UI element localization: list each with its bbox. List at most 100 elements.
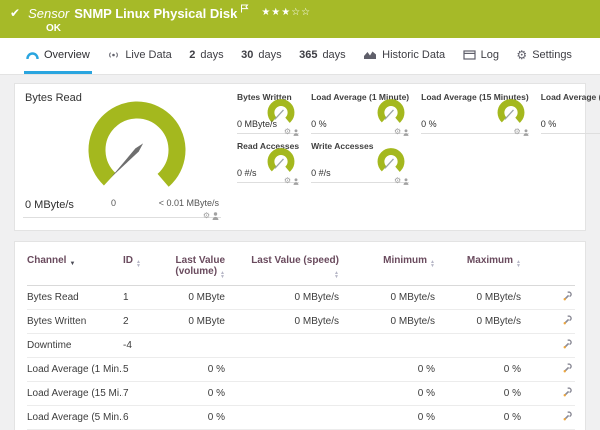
column-header-minimum[interactable]: Minimum ▲ ▼	[365, 242, 461, 286]
gauge-dial	[497, 99, 525, 127]
gauge-load-average-5min: Load Average (5 Minutes) 0 % ⚙	[540, 90, 600, 134]
maximum-value	[461, 333, 547, 358]
sensor-header: ✔ Sensor SNMP Linux Physical Disk ★★★☆☆ …	[0, 0, 600, 38]
channel-name: Load Average (1 Min...	[27, 357, 123, 382]
column-header-edit	[547, 242, 575, 286]
settings-gear-icon: ⚙	[516, 47, 528, 62]
last-value-speed	[251, 333, 365, 358]
channel-gear-icon[interactable]: ⚙	[514, 128, 521, 136]
last-value-speed	[251, 405, 365, 430]
column-header-channel[interactable]: Channel ▼	[27, 242, 123, 286]
table-row-bytes-read: Bytes Read 1 0 MByte 0 MByte/s 0 MByte/s…	[27, 285, 575, 310]
edit-channel-cell	[547, 381, 575, 406]
channel-name: Load Average (15 Mi...	[27, 381, 123, 406]
channel-gear-icon[interactable]: ⚙	[394, 177, 401, 185]
column-header-maximum[interactable]: Maximum ▲ ▼	[461, 242, 547, 286]
wrench-icon[interactable]	[562, 386, 573, 398]
sort-icon: ▲ ▼	[516, 259, 521, 269]
wrench-icon[interactable]	[562, 362, 573, 374]
priority-stars[interactable]: ★★★☆☆	[261, 7, 311, 18]
content-area: Bytes Read 0 MByte/s 0 < 0.01 MByte/s ⚙ …	[0, 75, 600, 430]
minimum-value	[365, 333, 461, 358]
channel-gear-icon[interactable]: ⚙	[284, 177, 291, 185]
edit-channel-cell	[547, 357, 575, 382]
sort-desc-icon: ▼	[69, 261, 76, 267]
channel-gear-icon[interactable]: ⚙	[284, 128, 291, 136]
tab-live-data[interactable]: Live Data	[105, 38, 173, 74]
minimum-value: 0 MByte/s	[365, 309, 461, 334]
small-gauges-grid: Bytes Written 0 MByte/s ⚙ Load Average (…	[237, 90, 600, 230]
tab-30-days[interactable]: 30 days	[239, 38, 284, 74]
channels-table: Channel ▼ ID ▲ ▼ Last Value (volume) ▲ ▼ Last …	[27, 242, 575, 430]
favorite-flag-icon[interactable]	[240, 0, 249, 18]
column-header-last-value-volume[interactable]: Last Value (volume) ▲ ▼	[167, 242, 251, 286]
sort-icon: ▲ ▼	[220, 270, 225, 280]
gauge-read-accesses: Read Accesses 0 #/s ⚙	[237, 139, 300, 185]
channel-id: 1	[123, 285, 167, 310]
channel-user-icon[interactable]	[403, 177, 409, 185]
tab-2-days[interactable]: 2 days	[187, 38, 225, 74]
last-value-speed	[251, 357, 365, 382]
gauge-title: Load Average (5 Minutes)	[540, 92, 600, 102]
channel-user-icon[interactable]	[212, 212, 219, 220]
tab-bar: Overview Live Data 2 days 30 days 365 days …	[0, 38, 600, 75]
column-header-last-value-speed[interactable]: Last Value (speed) ▲ ▼	[251, 242, 365, 286]
wrench-icon[interactable]	[562, 338, 573, 350]
sensor-title: SNMP Linux Physical Disk	[74, 5, 238, 21]
tab-log[interactable]: Log	[461, 38, 501, 74]
gauge-needle	[110, 143, 144, 178]
gauge-write-accesses: Write Accesses 0 #/s ⚙	[311, 139, 410, 185]
channel-id: -4	[123, 333, 167, 358]
channel-gear-icon[interactable]: ⚙	[394, 128, 401, 136]
sort-icon: ▲ ▼	[136, 259, 141, 269]
table-row-load-average-15min: Load Average (15 Mi... 7 0 % 0 % 0 %	[27, 381, 575, 406]
edit-channel-cell	[547, 405, 575, 430]
empty-grid-cell	[541, 139, 600, 183]
channel-user-icon[interactable]	[403, 128, 409, 136]
maximum-value: 0 %	[461, 357, 547, 382]
channel-gear-icon[interactable]: ⚙	[203, 212, 210, 220]
last-value-speed: 0 MByte/s	[251, 309, 365, 334]
wrench-icon[interactable]	[562, 410, 573, 422]
wrench-icon[interactable]	[562, 314, 573, 326]
gauge-dial	[267, 148, 295, 176]
minimum-value: 0 %	[365, 405, 461, 430]
gauge-bytes-written: Bytes Written 0 MByte/s ⚙	[237, 90, 300, 136]
channel-id: 7	[123, 381, 167, 406]
column-header-id[interactable]: ID ▲ ▼	[123, 242, 167, 286]
table-header-row: Channel ▼ ID ▲ ▼ Last Value (volume) ▲ ▼ Last …	[27, 242, 575, 286]
edit-channel-cell	[547, 309, 575, 334]
edit-channel-cell	[547, 333, 575, 358]
last-value-volume: 0 MByte	[167, 309, 251, 334]
wrench-icon[interactable]	[562, 290, 573, 302]
gauge-arc-icon	[26, 50, 39, 59]
last-value-volume: 0 %	[167, 405, 251, 430]
channel-name: Load Average (5 Min...	[27, 405, 123, 430]
gauge-value: 0 MByte/s	[237, 119, 278, 129]
primary-gauge-scale-max: < 0.01 MByte/s	[158, 198, 219, 208]
gauge-load-average-15min: Load Average (15 Minutes) 0 % ⚙	[421, 90, 529, 136]
channel-user-icon[interactable]	[523, 128, 529, 136]
live-signal-icon	[107, 50, 120, 60]
last-value-speed	[251, 381, 365, 406]
last-value-volume: 0 %	[167, 381, 251, 406]
table-row-load-average-5min: Load Average (5 Min... 6 0 % 0 % 0 %	[27, 405, 575, 430]
channel-id: 6	[123, 405, 167, 430]
gauge-value: 0 #/s	[311, 168, 331, 178]
last-value-volume: 0 %	[167, 357, 251, 382]
channel-user-icon[interactable]	[293, 128, 299, 136]
tab-365-days[interactable]: 365 days	[297, 38, 348, 74]
tab-settings[interactable]: ⚙ Settings	[514, 38, 574, 74]
gauge-value: 0 %	[421, 119, 437, 129]
status-ok-check-icon: ✔	[10, 6, 21, 20]
maximum-value: 0 MByte/s	[461, 309, 547, 334]
tab-historic-data[interactable]: Historic Data	[361, 38, 447, 74]
last-value-speed: 0 MByte/s	[251, 285, 365, 310]
overview-gauges-panel: Bytes Read 0 MByte/s 0 < 0.01 MByte/s ⚙ …	[14, 83, 600, 231]
last-value-volume: 0 MByte	[167, 285, 251, 310]
maximum-value: 0 %	[461, 381, 547, 406]
log-window-icon	[462, 49, 476, 60]
tab-overview[interactable]: Overview	[24, 38, 92, 74]
channel-id: 5	[123, 357, 167, 382]
channel-user-icon[interactable]	[293, 177, 299, 185]
